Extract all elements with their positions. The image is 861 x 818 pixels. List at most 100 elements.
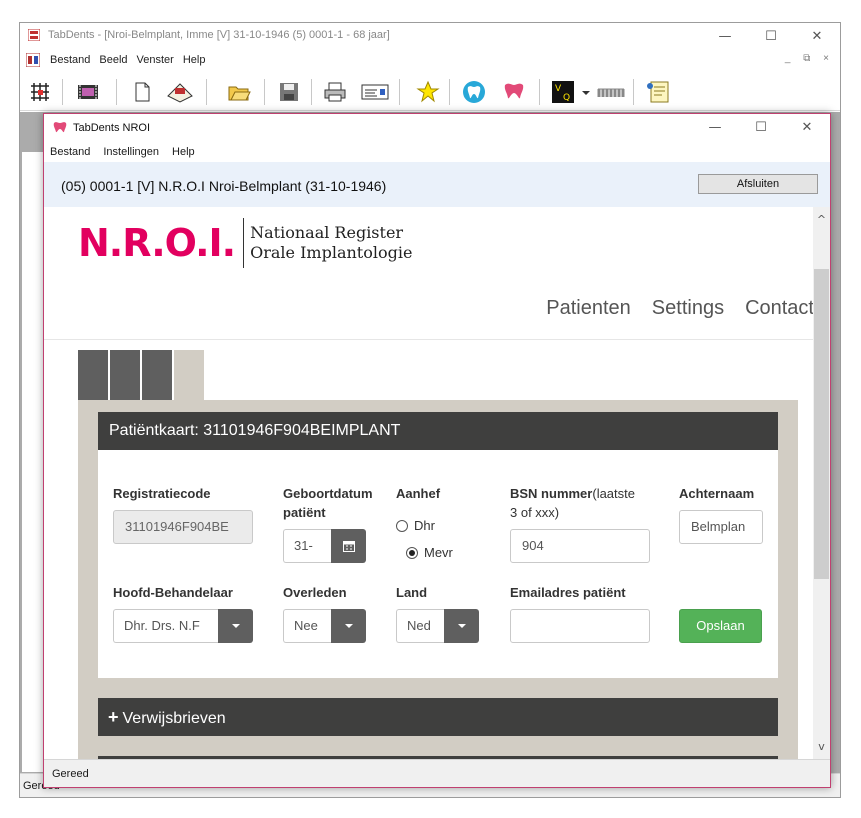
practitioner-select[interactable]: Dhr. Drs. N.F [113, 609, 253, 643]
webview-scrollbar[interactable]: ^ v [813, 207, 830, 761]
radio-dhr[interactable] [396, 519, 408, 532]
salutation-label: Aanhef [396, 486, 441, 501]
deceased-label: Overleden [283, 585, 347, 600]
toolbar-separator [62, 79, 63, 105]
mdi-child-icon[interactable] [26, 53, 40, 67]
notes-icon[interactable] [645, 80, 673, 104]
deceased-select[interactable]: Nee [283, 609, 366, 643]
nav-contact[interactable]: Contact [745, 297, 814, 320]
birthdate-picker[interactable]: 31- [283, 529, 366, 563]
tooth-blue-icon[interactable] [460, 80, 488, 104]
nroi-menu-help[interactable]: Help [172, 146, 195, 158]
nroi-logo[interactable]: N.R.O.I. Nationaal Register Orale Implan… [78, 217, 412, 269]
nroi-menu-bestand[interactable]: Bestand [50, 146, 90, 158]
radio-mevr-label: Mevr [424, 545, 453, 560]
calendar-icon [342, 541, 355, 552]
registration-label: Registratiecode [113, 486, 211, 501]
toolbar-separator [449, 79, 450, 105]
nav-settings[interactable]: Settings [652, 297, 724, 320]
deceased-value[interactable]: Nee [283, 609, 331, 643]
radio-mevr[interactable] [406, 546, 418, 559]
tab-1[interactable] [78, 350, 108, 400]
nroi-menu-instellingen[interactable]: Instellingen [103, 146, 159, 158]
toolbar-separator [399, 79, 400, 105]
email-label: Emailadres patiënt [510, 585, 626, 600]
patient-header: (05) 0001-1 [V] N.R.O.I Nroi-Belmplant (… [61, 178, 387, 194]
bsn-label: BSN nummer(laatste 3 of xxx) [510, 486, 635, 520]
main-menu-help[interactable]: Help [183, 54, 206, 66]
scroll-up-icon[interactable]: ^ [813, 213, 830, 230]
chevron-down-icon [344, 624, 353, 628]
nroi-menu-bar: Bestand Instellingen Help [44, 142, 830, 162]
grid-icon[interactable] [28, 80, 52, 104]
new-document-icon[interactable] [130, 80, 154, 104]
save-icon[interactable] [277, 80, 301, 104]
practitioner-label: Hoofd-Behandelaar [113, 585, 233, 600]
opslaan-button[interactable]: Opslaan [679, 609, 762, 643]
tab-2[interactable] [110, 350, 140, 400]
tooth-pink-icon[interactable] [500, 80, 528, 104]
main-maximize-button[interactable]: ☐ [748, 23, 794, 50]
deceased-dropdown-button[interactable] [331, 609, 366, 643]
nroi-status-bar: Gereed [44, 759, 830, 787]
card-icon[interactable] [360, 80, 390, 104]
referrals-panel-header[interactable]: + Verwijsbrieven [98, 698, 778, 736]
country-value[interactable]: Ned [396, 609, 444, 643]
tab-3[interactable] [142, 350, 172, 400]
country-dropdown-button[interactable] [444, 609, 479, 643]
birthdate-field[interactable]: 31- [283, 529, 331, 563]
main-toolbar: VQ [20, 71, 840, 111]
logo-line-2: Orale Implantologie [250, 243, 413, 262]
bsn-field[interactable]: 904 [510, 529, 650, 563]
practitioner-value[interactable]: Dhr. Drs. N.F [113, 609, 218, 643]
main-close-button[interactable]: ✕ [794, 23, 840, 50]
registration-code-field[interactable]: 31101946F904BE [113, 510, 253, 544]
site-navigation: Patienten Settings Contact [546, 297, 814, 320]
nroi-window-title: TabDents NROI [73, 122, 151, 134]
calendar-button[interactable] [331, 529, 366, 563]
nav-patienten[interactable]: Patienten [546, 297, 631, 320]
practitioner-dropdown-button[interactable] [218, 609, 253, 643]
mdi-window-controls[interactable]: _ ⧉ × [785, 53, 834, 64]
salutation-option-dhr[interactable]: Dhr [396, 518, 435, 533]
toolbar-separator [539, 79, 540, 105]
main-menu-beeld[interactable]: Beeld [99, 54, 127, 66]
print-icon[interactable] [323, 80, 347, 104]
star-icon[interactable] [416, 80, 440, 104]
patient-info-bar: (05) 0001-1 [V] N.R.O.I Nroi-Belmplant (… [44, 162, 830, 207]
lastname-label: Achternaam [679, 486, 755, 501]
scroll-down-icon[interactable]: v [813, 740, 830, 757]
salutation-option-mevr[interactable]: Mevr [406, 545, 453, 560]
main-menu-bestand[interactable]: Bestand [50, 54, 90, 66]
scanner-icon[interactable] [165, 80, 195, 104]
logo-line-1: Nationaal Register [250, 223, 404, 242]
nroi-title-bar: TabDents NROI — ☐ ✕ [44, 114, 830, 142]
nroi-maximize-button[interactable]: ☐ [738, 114, 784, 141]
tabdents-app-icon [28, 29, 40, 41]
main-menu-bar: Bestand Beeld Venster Help _ ⧉ × [20, 50, 840, 70]
chevron-down-icon [231, 624, 240, 628]
main-minimize-button[interactable]: — [702, 23, 748, 50]
film-icon[interactable] [76, 80, 100, 104]
open-folder-icon[interactable] [227, 80, 251, 104]
country-label: Land [396, 585, 428, 600]
nroi-close-button[interactable]: ✕ [784, 114, 830, 141]
scrollbar-thumb[interactable] [814, 269, 829, 579]
vq-icon[interactable]: VQ [551, 80, 575, 104]
main-window-title: TabDents - [Nroi-Belmplant, Imme [V] 31-… [48, 29, 390, 41]
tab-4-active[interactable] [174, 350, 204, 400]
teeth-row-icon[interactable] [596, 80, 626, 104]
radio-dhr-label: Dhr [414, 518, 435, 533]
afsluiten-button[interactable]: Afsluiten [698, 174, 818, 194]
toolbar-separator [311, 79, 312, 105]
email-field[interactable] [510, 609, 650, 643]
lastname-field[interactable]: Belmplan [679, 510, 763, 544]
svg-text:V: V [555, 84, 562, 94]
nroi-web-view: N.R.O.I. Nationaal Register Orale Implan… [44, 207, 814, 761]
patient-card-title: Patiëntkaart: 31101946F904BEIMPLANT [98, 412, 778, 450]
nroi-minimize-button[interactable]: — [692, 114, 738, 141]
dropdown-icon[interactable] [582, 91, 590, 95]
main-menu-venster[interactable]: Venster [137, 54, 174, 66]
country-select[interactable]: Ned [396, 609, 479, 643]
logo-divider [243, 218, 245, 268]
